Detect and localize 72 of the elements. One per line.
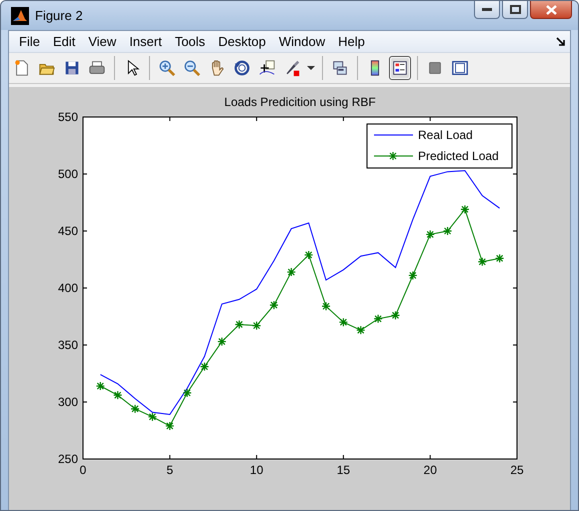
chart-title: Loads Predicition using RBF bbox=[224, 95, 376, 109]
legend-icon bbox=[391, 59, 409, 77]
frame-icon bbox=[451, 59, 469, 77]
app-logo-icon bbox=[11, 6, 29, 24]
printer-icon bbox=[88, 59, 106, 77]
data-cursor-icon bbox=[258, 59, 276, 77]
x-tick-label: 10 bbox=[250, 463, 264, 477]
data-marker bbox=[426, 230, 435, 240]
legend-label: Real Load bbox=[418, 128, 473, 142]
x-tick-label: 25 bbox=[510, 463, 524, 477]
y-tick-label: 300 bbox=[58, 395, 78, 409]
legend-label: Predicted Load bbox=[418, 149, 499, 163]
data-marker bbox=[234, 320, 244, 330]
data-marker bbox=[286, 267, 296, 277]
data-marker bbox=[148, 412, 158, 422]
data-marker bbox=[478, 257, 487, 266]
data-marker bbox=[408, 270, 418, 280]
data-marker bbox=[374, 314, 383, 324]
data-marker bbox=[165, 421, 174, 431]
x-tick-label: 20 bbox=[424, 463, 437, 477]
minimize-icon bbox=[482, 8, 492, 11]
menu-item[interactable]: Desktop bbox=[212, 34, 273, 49]
window-title: Figure 2 bbox=[35, 8, 84, 23]
x-tick-label: 5 bbox=[166, 463, 174, 477]
rotate-icon bbox=[233, 59, 251, 77]
y-tick-label: 400 bbox=[58, 281, 78, 295]
data-marker bbox=[130, 404, 140, 414]
zoom-out-icon bbox=[183, 59, 201, 77]
data-marker bbox=[442, 226, 452, 236]
y-tick-label: 550 bbox=[58, 110, 78, 124]
y-tick-label: 350 bbox=[58, 338, 78, 352]
menu-item[interactable]: View bbox=[82, 34, 124, 49]
data-marker bbox=[269, 300, 279, 310]
data-marker bbox=[495, 254, 504, 263]
data-marker bbox=[182, 388, 192, 398]
data-marker bbox=[338, 318, 348, 327]
data-marker bbox=[304, 250, 314, 260]
x-tick-label: 15 bbox=[336, 463, 350, 477]
legend-button[interactable] bbox=[389, 56, 411, 80]
menu-item[interactable]: Insert bbox=[123, 34, 169, 49]
y-tick-label: 450 bbox=[58, 224, 78, 238]
close-button[interactable] bbox=[530, 1, 572, 19]
y-tick-label: 500 bbox=[58, 167, 78, 181]
menu-item[interactable]: Window bbox=[272, 34, 332, 49]
y-tick-label: 250 bbox=[58, 452, 78, 466]
menu-item[interactable]: Edit bbox=[46, 34, 82, 49]
data-marker bbox=[356, 326, 366, 335]
data-marker bbox=[321, 302, 331, 311]
zoom-in-icon bbox=[158, 59, 176, 77]
data-marker bbox=[217, 336, 226, 346]
data-marker bbox=[390, 310, 400, 320]
x-tick-label: 0 bbox=[80, 463, 86, 477]
menu-item[interactable]: Help bbox=[332, 34, 372, 49]
maximize-icon bbox=[510, 5, 520, 14]
data-marker bbox=[96, 381, 105, 391]
close-icon bbox=[546, 4, 556, 14]
data-marker bbox=[200, 362, 210, 372]
data-marker bbox=[113, 390, 122, 400]
dock-arrow-icon bbox=[556, 36, 566, 46]
new-file-icon bbox=[13, 59, 31, 77]
link-icon bbox=[331, 59, 349, 77]
caret-icon bbox=[307, 66, 315, 70]
data-marker bbox=[460, 204, 470, 214]
legend-line-sample bbox=[374, 134, 414, 136]
maximize-button[interactable] bbox=[502, 1, 528, 19]
save-icon bbox=[63, 59, 81, 77]
legend-line-sample bbox=[374, 151, 414, 161]
data-marker bbox=[252, 321, 262, 330]
menu-item[interactable]: Tools bbox=[168, 34, 212, 49]
minimize-button[interactable] bbox=[474, 1, 500, 19]
menu-item[interactable]: File bbox=[13, 34, 47, 49]
square-icon bbox=[426, 59, 444, 77]
